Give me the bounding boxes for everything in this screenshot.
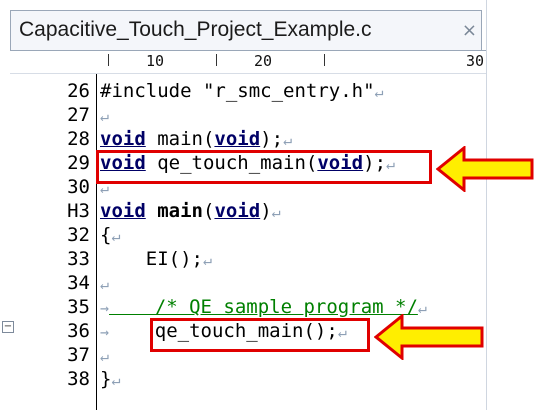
code-text[interactable]: void main(void)↵ xyxy=(100,200,281,222)
line-number: 34 xyxy=(67,272,90,294)
file-tab[interactable]: Capacitive_Touch_Project_Example.c × xyxy=(10,10,482,50)
close-icon[interactable]: × xyxy=(462,20,477,41)
line-number: 36 xyxy=(67,320,90,342)
code-line: H3 void main(void)↵ xyxy=(0,200,486,222)
highlight-box-call xyxy=(150,318,370,352)
ruler-mark-20: 20 xyxy=(254,52,273,70)
ruler-tick xyxy=(216,54,217,66)
column-ruler: 10 20 30 xyxy=(10,50,486,74)
code-text[interactable]: }↵ xyxy=(100,368,120,390)
line-number: 26 xyxy=(67,80,90,102)
arrow-left-icon xyxy=(436,146,534,192)
code-line: 28 void main(void);↵ xyxy=(0,128,486,150)
code-text[interactable]: EI();↵ xyxy=(100,248,212,270)
line-number: 27 xyxy=(67,104,90,126)
line-number: 28 xyxy=(67,128,90,150)
line-number: 35 xyxy=(67,296,90,318)
line-number: 29 xyxy=(67,152,90,174)
file-tab-title: Capacitive_Touch_Project_Example.c xyxy=(19,18,372,41)
line-number: 33 xyxy=(67,248,90,270)
line-number: 37 xyxy=(67,344,90,366)
highlight-box-declaration xyxy=(96,150,432,184)
code-line: 32 {↵ xyxy=(0,224,486,246)
arrow-left-icon xyxy=(374,314,484,360)
code-text[interactable]: ↵ xyxy=(100,344,109,366)
code-line: 33 EI();↵ xyxy=(0,248,486,270)
code-line: 26 #include "r_smc_entry.h"↵ xyxy=(0,80,486,102)
code-text[interactable]: void main(void);↵ xyxy=(100,128,292,150)
line-number: 32 xyxy=(67,224,90,246)
code-text[interactable]: ↵ xyxy=(100,272,109,294)
code-line: 34 ↵ xyxy=(0,272,486,294)
ruler-tick xyxy=(324,54,325,66)
code-text[interactable]: {↵ xyxy=(100,224,120,246)
ruler-mark-30: 30 xyxy=(466,52,485,70)
ruler-tick xyxy=(108,54,109,66)
code-text[interactable]: #include "r_smc_entry.h"↵ xyxy=(100,80,384,102)
line-number: H3 xyxy=(67,200,90,222)
code-line: 27 ↵ xyxy=(0,104,486,126)
line-number: 30 xyxy=(67,176,90,198)
line-number: 38 xyxy=(67,368,90,390)
ruler-mark-10: 10 xyxy=(146,52,165,70)
code-line: 38 }↵ xyxy=(0,368,486,390)
code-text[interactable]: ↵ xyxy=(100,104,109,126)
